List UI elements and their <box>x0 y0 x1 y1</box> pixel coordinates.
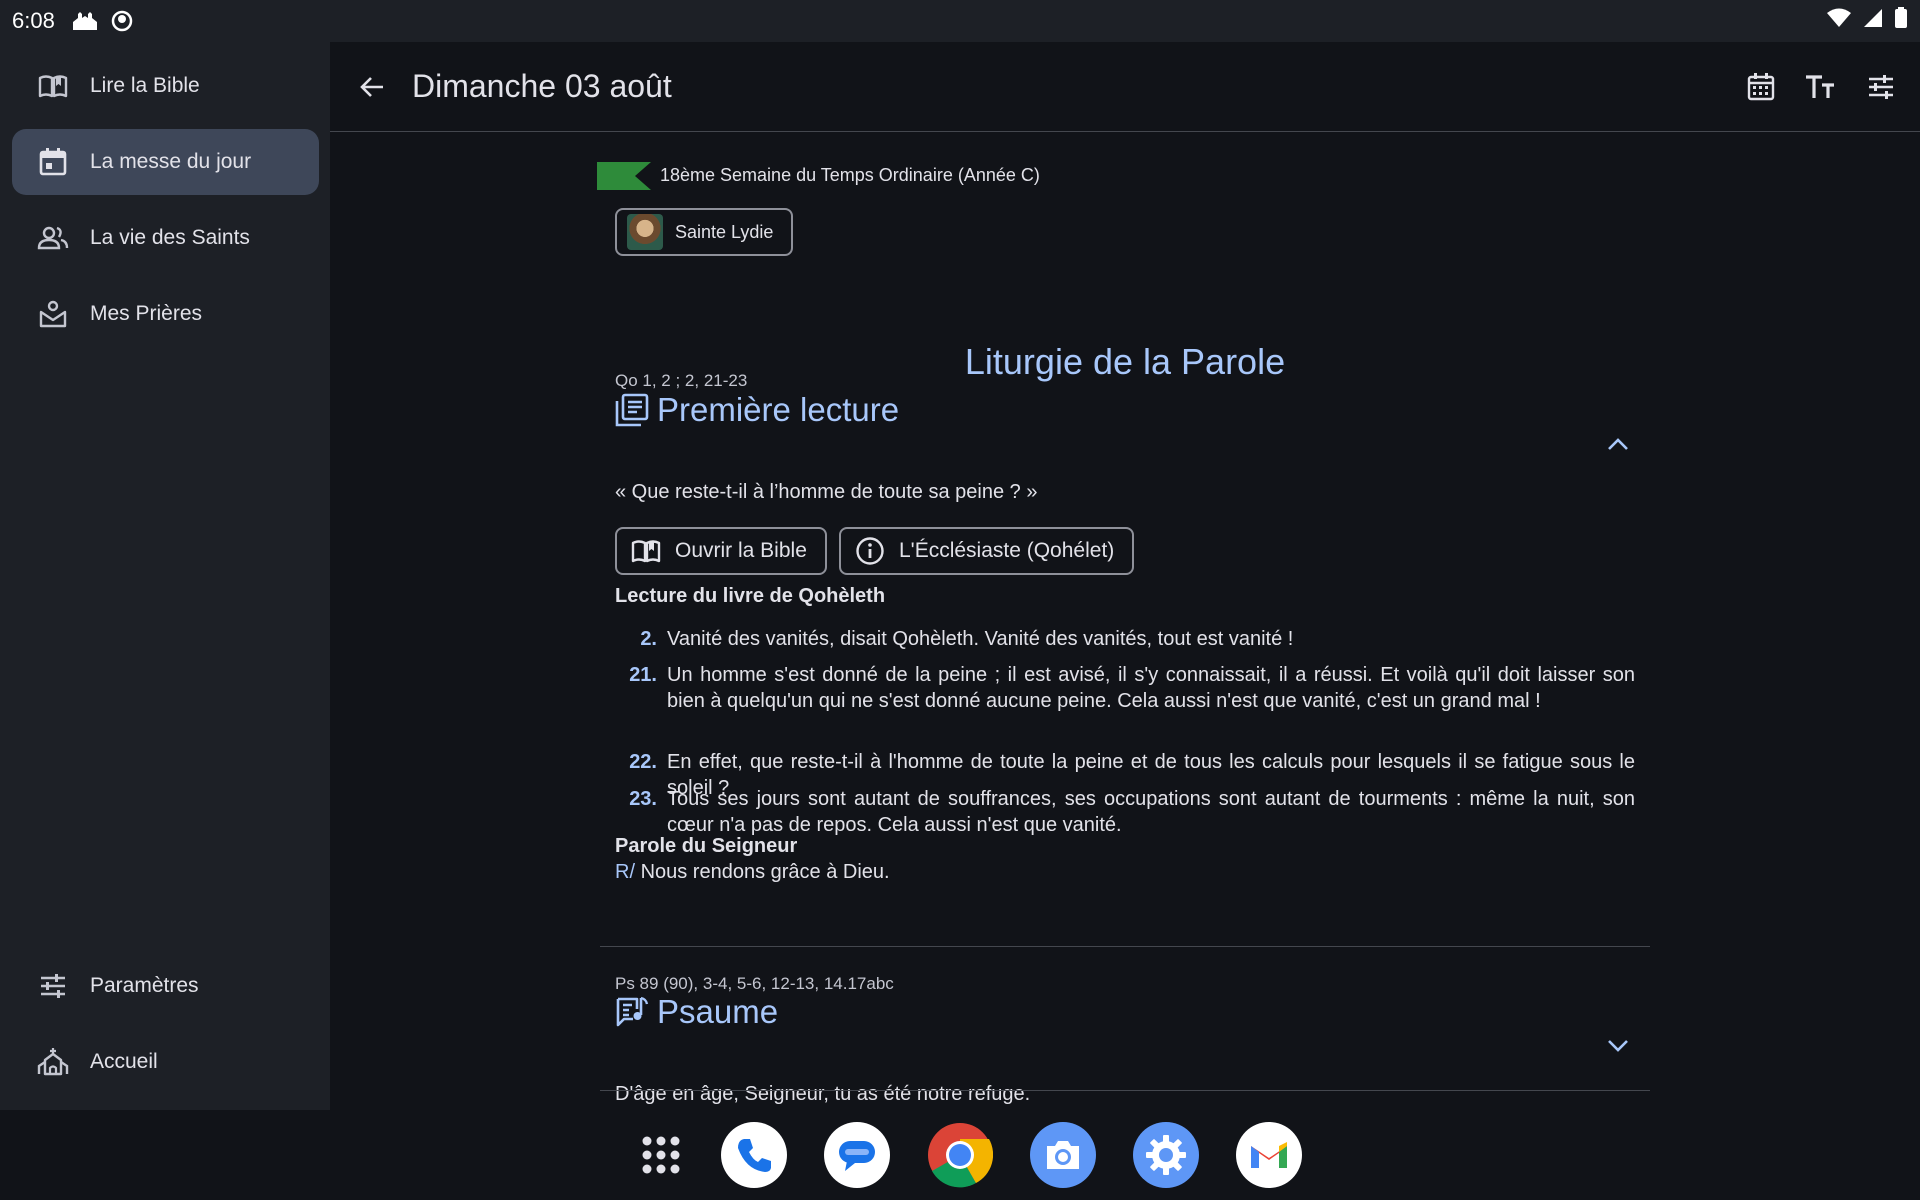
settings-app-icon[interactable] <box>1133 1122 1199 1188</box>
psalm-music-icon <box>615 995 649 1029</box>
chevron-down-icon[interactable] <box>1600 1028 1636 1064</box>
nav-item-messe-du-jour[interactable]: La messe du jour <box>12 129 319 195</box>
reading-title[interactable]: Première lecture <box>615 391 899 429</box>
wifi-icon <box>1826 7 1852 35</box>
battery-icon <box>1894 7 1908 35</box>
reading-closing: Parole du Seigneur <box>615 835 798 857</box>
verse-text: Tous ses jours sont autant de souffrance… <box>667 788 1635 836</box>
gmail-app-icon[interactable] <box>1236 1122 1302 1188</box>
people-icon <box>36 221 70 255</box>
section-title: Liturgie de la Parole <box>964 341 1286 382</box>
navigation-drawer: Lire la Bible La messe du jour La vie de… <box>0 42 330 1110</box>
saint-name: Sainte Lydie <box>675 221 774 242</box>
book-open-icon <box>36 69 70 103</box>
prayer-hands-icon <box>36 297 70 331</box>
psalm-title[interactable]: Psaume <box>615 993 778 1031</box>
nav-item-mes-prieres[interactable]: Mes Prières <box>12 281 319 347</box>
psalm-subtitle: D'âge en âge, Seigneur, tu as été notre … <box>615 1083 1031 1105</box>
open-bible-button[interactable]: Ouvrir la Bible <box>615 527 827 575</box>
nav-item-lire-la-bible[interactable]: Lire la Bible <box>12 53 319 119</box>
nav-item-parametres[interactable]: Paramètres <box>12 953 319 1019</box>
verse-text: Vanité des vanités, disait Qohèleth. Van… <box>667 628 1294 650</box>
open-bible-label: Ouvrir la Bible <box>675 539 807 562</box>
chevron-up-icon[interactable] <box>1600 426 1636 462</box>
app-drawer-icon[interactable] <box>628 1122 694 1188</box>
top-app-bar: Dimanche 03 août <box>330 42 1920 132</box>
calendar-picker-icon[interactable] <box>1738 64 1784 110</box>
tune-settings-icon[interactable] <box>1858 64 1904 110</box>
sync-notification-icon <box>111 10 133 32</box>
nav-item-label: Accueil <box>90 1050 158 1073</box>
verse: 23. Tous ses jours sont autant de souffr… <box>615 786 1635 838</box>
nav-item-label: Lire la Bible <box>90 74 200 97</box>
verse: 21. Un homme s'est donné de la peine ; i… <box>615 662 1635 714</box>
reading-subtitle: « Que reste-t-il à l’homme de toute sa p… <box>615 481 1038 503</box>
reading-title-text: Première lecture <box>657 391 900 428</box>
liturgical-season: 18ème Semaine du Temps Ordinaire (Année … <box>660 165 1040 185</box>
church-icon <box>36 1045 70 1079</box>
nav-item-label: La messe du jour <box>90 150 252 173</box>
back-arrow-icon[interactable] <box>348 63 396 111</box>
signal-icon <box>1862 7 1884 35</box>
reading-intro: Lecture du livre de Qohèleth <box>615 585 886 607</box>
reading-list-icon <box>615 393 649 427</box>
book-info-label: L'Écclésiaste (Qohélet) <box>899 539 1115 562</box>
divider <box>600 1090 1650 1091</box>
saint-avatar <box>627 214 663 250</box>
status-bar: 6:08 <box>0 0 1920 42</box>
verse-text: Un homme s'est donné de la peine ; il es… <box>667 664 1635 712</box>
verse-number: 21. <box>629 664 657 686</box>
camera-app-icon[interactable] <box>1030 1122 1096 1188</box>
app-dock <box>0 1110 1920 1200</box>
response-text: Nous rendons grâce à Dieu. <box>640 861 890 883</box>
saint-chip[interactable]: Sainte Lydie <box>615 208 794 256</box>
verse-number: 2. <box>640 628 657 650</box>
nav-item-accueil[interactable]: Accueil <box>12 1029 319 1095</box>
chrome-app-icon[interactable] <box>927 1122 993 1188</box>
status-time: 6:08 <box>12 8 55 33</box>
liturgical-color-flag-icon <box>597 162 651 190</box>
page-title: Dimanche 03 août <box>412 68 672 104</box>
nav-item-label: Paramètres <box>90 974 199 997</box>
response-mark: R/ <box>615 861 635 883</box>
nav-item-label: La vie des Saints <box>90 226 250 249</box>
church-notification-icon <box>71 10 99 32</box>
messages-app-icon[interactable] <box>824 1122 890 1188</box>
divider <box>600 946 1650 947</box>
calendar-icon <box>36 145 70 179</box>
reading-response: R/ Nous rendons grâce à Dieu. <box>615 861 890 884</box>
info-icon <box>853 534 887 568</box>
psalm-title-text: Psaume <box>657 993 779 1030</box>
settings-sliders-icon <box>36 969 70 1003</box>
verse-number: 23. <box>629 788 657 810</box>
reading-reference: Qo 1, 2 ; 2, 21-23 <box>615 371 748 390</box>
text-size-icon[interactable] <box>1798 64 1844 110</box>
main-content: Dimanche 03 août 18ème Semaine du Temps … <box>330 42 1920 1110</box>
verse: 2. Vanité des vanités, disait Qohèleth. … <box>615 626 1635 652</box>
psalm-reference: Ps 89 (90), 3-4, 5-6, 12-13, 14.17abc <box>615 974 894 993</box>
nav-item-label: Mes Prières <box>90 302 203 325</box>
book-open-icon <box>629 534 663 568</box>
nav-item-vie-des-saints[interactable]: La vie des Saints <box>12 205 319 271</box>
book-info-button[interactable]: L'Écclésiaste (Qohélet) <box>839 527 1135 575</box>
phone-app-icon[interactable] <box>721 1122 787 1188</box>
